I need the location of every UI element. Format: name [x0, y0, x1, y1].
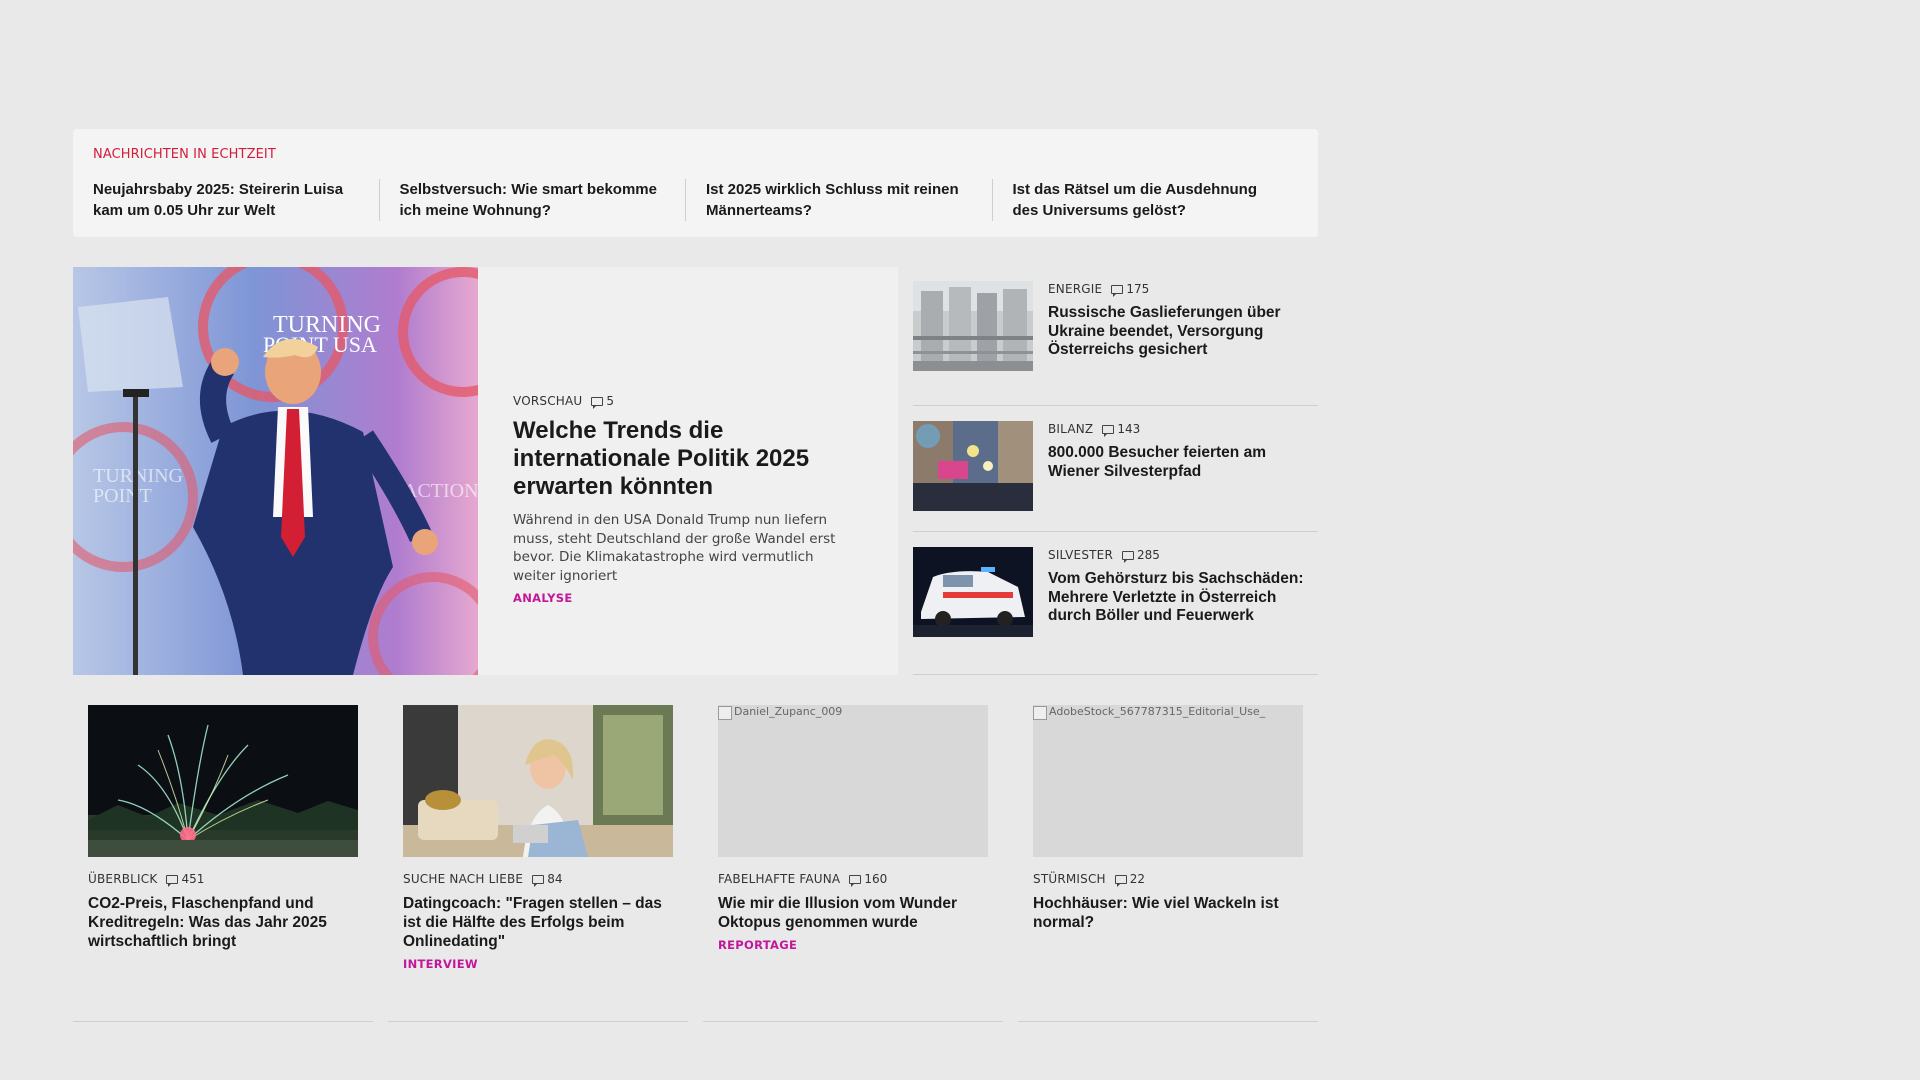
live-ticker: NACHRICHTEN IN ECHTZEIT Neujahrsbaby 202…: [73, 129, 1318, 237]
comment-icon: [591, 396, 604, 409]
side-article-body: BILANZ 143 800.000 Besucher feierten am …: [1048, 421, 1318, 531]
category-label: SUCHE NACH LIEBE: [403, 872, 524, 886]
comment-count[interactable]: 22: [1114, 872, 1146, 887]
teaser-image: [403, 705, 673, 857]
lead-image: TURNING POINT USA TURNING POINT ACTION: [73, 267, 478, 675]
teaser-image-placeholder: AdobeStock_567787315_Editorial_Use_: [1033, 705, 1303, 857]
teaser-image-placeholder: Daniel_Zupanc_009: [718, 705, 988, 857]
ticker-item[interactable]: Neujahrsbaby 2025: Steirerin Luisa kam u…: [93, 179, 379, 221]
comment-count-value: 143: [1117, 422, 1141, 436]
teaser-title[interactable]: Datingcoach: "Fragen stellen – das ist d…: [403, 894, 673, 951]
side-article-meta: BILANZ 143: [1048, 421, 1318, 437]
article-tag: INTERVIEW: [403, 957, 478, 971]
category-label: FABELHAFTE FAUNA: [718, 872, 841, 886]
side-article-title[interactable]: 800.000 Besucher feierten am Wiener Silv…: [1048, 444, 1318, 481]
side-article-body: ENERGIE 175 Russische Gaslieferungen übe…: [1048, 281, 1318, 405]
comment-count[interactable]: 451: [166, 872, 205, 887]
side-article-title[interactable]: Russische Gaslieferungen über Ukraine be…: [1048, 304, 1318, 360]
teaser-meta: ÜBERBLICK 451: [88, 871, 358, 887]
image-alt-text: AdobeStock_567787315_Editorial_Use_: [1049, 705, 1266, 718]
side-articles: ENERGIE 175 Russische Gaslieferungen übe…: [913, 267, 1318, 675]
teaser-title[interactable]: Hochhäuser: Wie viel Wackeln ist normal?: [1033, 894, 1303, 932]
lead-teaser-text: Während in den USA Donald Trump nun lief…: [513, 512, 836, 584]
image-alt-text: Daniel_Zupanc_009: [734, 705, 843, 718]
category-label: VORSCHAU: [513, 394, 583, 408]
teaser-card[interactable]: Daniel_Zupanc_009 FABELHAFTE FAUNA 160 W…: [703, 705, 1003, 1022]
comment-count-value: 5: [606, 394, 615, 408]
comment-icon: [532, 874, 545, 887]
side-article[interactable]: SILVESTER 285 Vom Gehörsturz bis Sachsch…: [913, 532, 1318, 675]
category-label: SILVESTER: [1048, 548, 1113, 562]
side-article-meta: ENERGIE 175: [1048, 281, 1318, 297]
category-label: BILANZ: [1048, 422, 1094, 436]
comment-count[interactable]: 160: [849, 872, 888, 887]
teaser-meta: FABELHAFTE FAUNA 160: [718, 871, 988, 887]
teaser-title[interactable]: Wie mir die Illusion vom Wunder Oktopus …: [718, 894, 988, 932]
side-article[interactable]: ENERGIE 175 Russische Gaslieferungen übe…: [913, 267, 1318, 406]
ticker-item[interactable]: Ist das Rätsel um die Ausdehnung des Uni…: [991, 179, 1299, 221]
comment-count-value: 285: [1136, 548, 1160, 562]
teaser-meta: STÜRMISCH 22: [1033, 871, 1303, 887]
comment-count-value: 84: [547, 872, 563, 886]
ticker-items: Neujahrsbaby 2025: Steirerin Luisa kam u…: [93, 179, 1298, 221]
ticker-item[interactable]: Ist 2025 wirklich Schluss mit reinen Män…: [685, 179, 992, 221]
comment-icon: [166, 874, 179, 887]
lead-image-text: POINT: [93, 485, 152, 507]
comment-icon: [849, 874, 862, 887]
comment-count-value: 160: [864, 872, 888, 886]
side-article-image: [913, 547, 1033, 637]
teaser-image: [88, 705, 358, 857]
teaser-card[interactable]: ÜBERBLICK 451 CO2-Preis, Flaschenpfand u…: [73, 705, 373, 1022]
article-tag: ANALYSE: [513, 591, 573, 605]
teaser-card[interactable]: SUCHE NACH LIEBE 84 Datingcoach: "Fragen…: [388, 705, 688, 1022]
lead-meta: VORSCHAU 5: [513, 393, 858, 409]
comment-count-value: 451: [181, 872, 205, 886]
comment-count[interactable]: 175: [1111, 282, 1150, 297]
ticker-item[interactable]: Selbstversuch: Wie smart bekomme ich mei…: [378, 179, 686, 221]
ticker-label: NACHRICHTEN IN ECHTZEIT: [93, 147, 276, 162]
category-label: STÜRMISCH: [1033, 872, 1106, 886]
comment-count[interactable]: 5: [591, 394, 615, 409]
comment-count[interactable]: 285: [1121, 548, 1160, 563]
lead-body: VORSCHAU 5 Welche Trends die internation…: [478, 267, 898, 675]
side-article-body: SILVESTER 285 Vom Gehörsturz bis Sachsch…: [1048, 547, 1318, 674]
lead-title[interactable]: Welche Trends die internationale Politik…: [513, 417, 858, 501]
comment-count-value: 175: [1126, 282, 1150, 296]
teaser-row: ÜBERBLICK 451 CO2-Preis, Flaschenpfand u…: [73, 705, 1318, 1022]
article-tag: REPORTAGE: [718, 938, 798, 952]
content-area: NACHRICHTEN IN ECHTZEIT Neujahrsbaby 202…: [73, 129, 1318, 1022]
side-article-image: [913, 421, 1033, 511]
teaser-card[interactable]: AdobeStock_567787315_Editorial_Use_ STÜR…: [1018, 705, 1318, 1022]
comment-count[interactable]: 143: [1102, 422, 1141, 437]
teaser-meta: SUCHE NACH LIEBE 84: [403, 871, 673, 887]
comment-icon: [1111, 284, 1124, 297]
comment-icon: [1102, 424, 1115, 437]
comment-icon: [1114, 874, 1127, 887]
teaser-title[interactable]: CO2-Preis, Flaschenpfand und Kreditregel…: [88, 894, 358, 951]
side-article-meta: SILVESTER 285: [1048, 547, 1318, 563]
comment-icon: [1121, 550, 1134, 563]
comment-count[interactable]: 84: [532, 872, 563, 887]
lead-article[interactable]: TURNING POINT USA TURNING POINT ACTION: [73, 267, 898, 675]
category-label: ÜBERBLICK: [88, 872, 158, 886]
side-article[interactable]: BILANZ 143 800.000 Besucher feierten am …: [913, 406, 1318, 532]
side-article-image: [913, 281, 1033, 371]
comment-count-value: 22: [1129, 872, 1146, 886]
top-grid: TURNING POINT USA TURNING POINT ACTION: [73, 267, 1318, 675]
side-article-title[interactable]: Vom Gehörsturz bis Sachschäden: Mehrere …: [1048, 570, 1318, 626]
category-label: ENERGIE: [1048, 282, 1103, 296]
